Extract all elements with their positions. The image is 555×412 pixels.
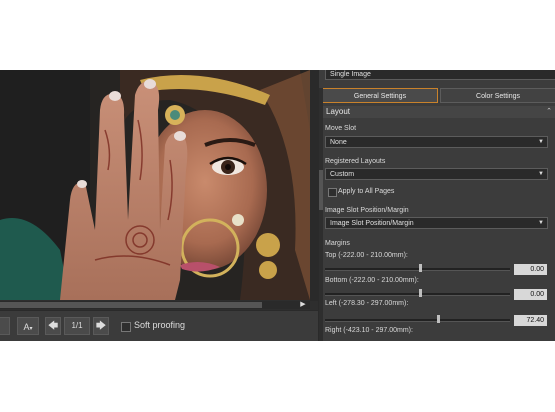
margin-left-slider[interactable]: [325, 319, 510, 322]
preview-toolbar: A▾ 🡄 1/1 🡆 Soft proofing: [0, 310, 318, 341]
margin-top-label: Top (-222.00 - 210.00mm):: [325, 252, 408, 259]
display-mode-button[interactable]: [0, 317, 10, 335]
preview-horizontal-scroll-thumb[interactable]: [0, 302, 262, 308]
page-indicator: 1/1: [64, 317, 90, 335]
margin-bottom-slider[interactable]: [325, 293, 510, 296]
margin-top-slider[interactable]: [325, 268, 510, 271]
margin-left-slider-handle[interactable]: [437, 315, 440, 323]
margin-left-label: Left (-278.30 - 297.00mm):: [325, 300, 409, 307]
margin-right-label: Right (-423.10 - 297.00mm):: [325, 327, 413, 334]
registered-layouts-dropdown[interactable]: Custom ▼: [325, 168, 548, 180]
portrait-photo: [0, 70, 310, 300]
soft-proofing-label: Soft proofing: [134, 320, 186, 330]
image-slot-value: Image Slot Position/Margin: [330, 220, 414, 227]
image-slot-label: Image Slot Position/Margin: [325, 207, 409, 214]
photo-preview: [0, 70, 310, 300]
preview-vertical-scrollbar[interactable]: [310, 70, 318, 301]
tab-color-settings[interactable]: Color Settings: [440, 88, 555, 103]
layout-section-title: Layout: [326, 107, 351, 116]
margin-bottom-slider-handle[interactable]: [419, 289, 422, 297]
margin-left-input[interactable]: 72.40: [514, 315, 547, 326]
chevron-up-icon: ⌃: [546, 108, 552, 115]
registered-layouts-value: Custom: [330, 171, 355, 178]
margin-top-slider-handle[interactable]: [419, 264, 422, 272]
margin-bottom-label: Bottom (-222.00 - 210.00mm):: [325, 277, 419, 284]
panel-scrollbar[interactable]: [319, 88, 323, 341]
dropdown-arrow-icon: ▼: [538, 220, 544, 226]
preview-horizontal-scrollbar[interactable]: [0, 301, 310, 309]
move-slot-label: Move Slot: [325, 125, 357, 132]
margin-bottom-input[interactable]: 0.00: [514, 289, 547, 300]
margin-top-input[interactable]: 0.00: [514, 264, 547, 275]
scroll-right-arrow-icon[interactable]: ▶: [298, 300, 308, 310]
arrow-left-icon: 🡄: [47, 321, 59, 332]
soft-proofing-checkbox[interactable]: [121, 322, 131, 332]
tab-general-settings[interactable]: General Settings: [322, 88, 438, 103]
layout-section-header[interactable]: Layout ⌃: [323, 106, 555, 118]
dropdown-arrow-icon: ▼: [538, 139, 544, 145]
settings-panel: Single Image General Settings Color Sett…: [318, 70, 555, 341]
move-slot-value: None: [330, 139, 347, 146]
dropdown-arrow-icon: ▼: [538, 171, 544, 177]
view-options-button[interactable]: A▾: [17, 317, 39, 335]
tab-color-settings-label: Color Settings: [476, 93, 520, 100]
arrow-right-icon: 🡆: [95, 321, 107, 332]
apply-to-all-pages-checkbox[interactable]: [328, 188, 337, 197]
next-page-button[interactable]: 🡆: [93, 317, 109, 335]
tab-general-settings-label: General Settings: [353, 93, 407, 100]
apply-to-all-pages-label: Apply to All Pages: [338, 188, 395, 195]
panel-scroll-thumb[interactable]: [319, 170, 323, 210]
layout-mode-dropdown[interactable]: Single Image: [325, 70, 555, 80]
print-layout-window: ▶ A▾ 🡄 1/1 🡆 Soft proofing Single Image …: [0, 70, 555, 341]
image-slot-dropdown[interactable]: Image Slot Position/Margin ▼: [325, 217, 548, 229]
layout-mode-value: Single Image: [330, 71, 371, 78]
move-slot-dropdown[interactable]: None ▼: [325, 136, 548, 148]
preview-area: ▶ A▾ 🡄 1/1 🡆 Soft proofing: [0, 70, 318, 341]
margins-label: Margins: [325, 240, 350, 247]
registered-layouts-label: Registered Layouts: [325, 158, 386, 165]
chevron-down-icon: ▾: [29, 326, 33, 332]
previous-page-button[interactable]: 🡄: [45, 317, 61, 335]
